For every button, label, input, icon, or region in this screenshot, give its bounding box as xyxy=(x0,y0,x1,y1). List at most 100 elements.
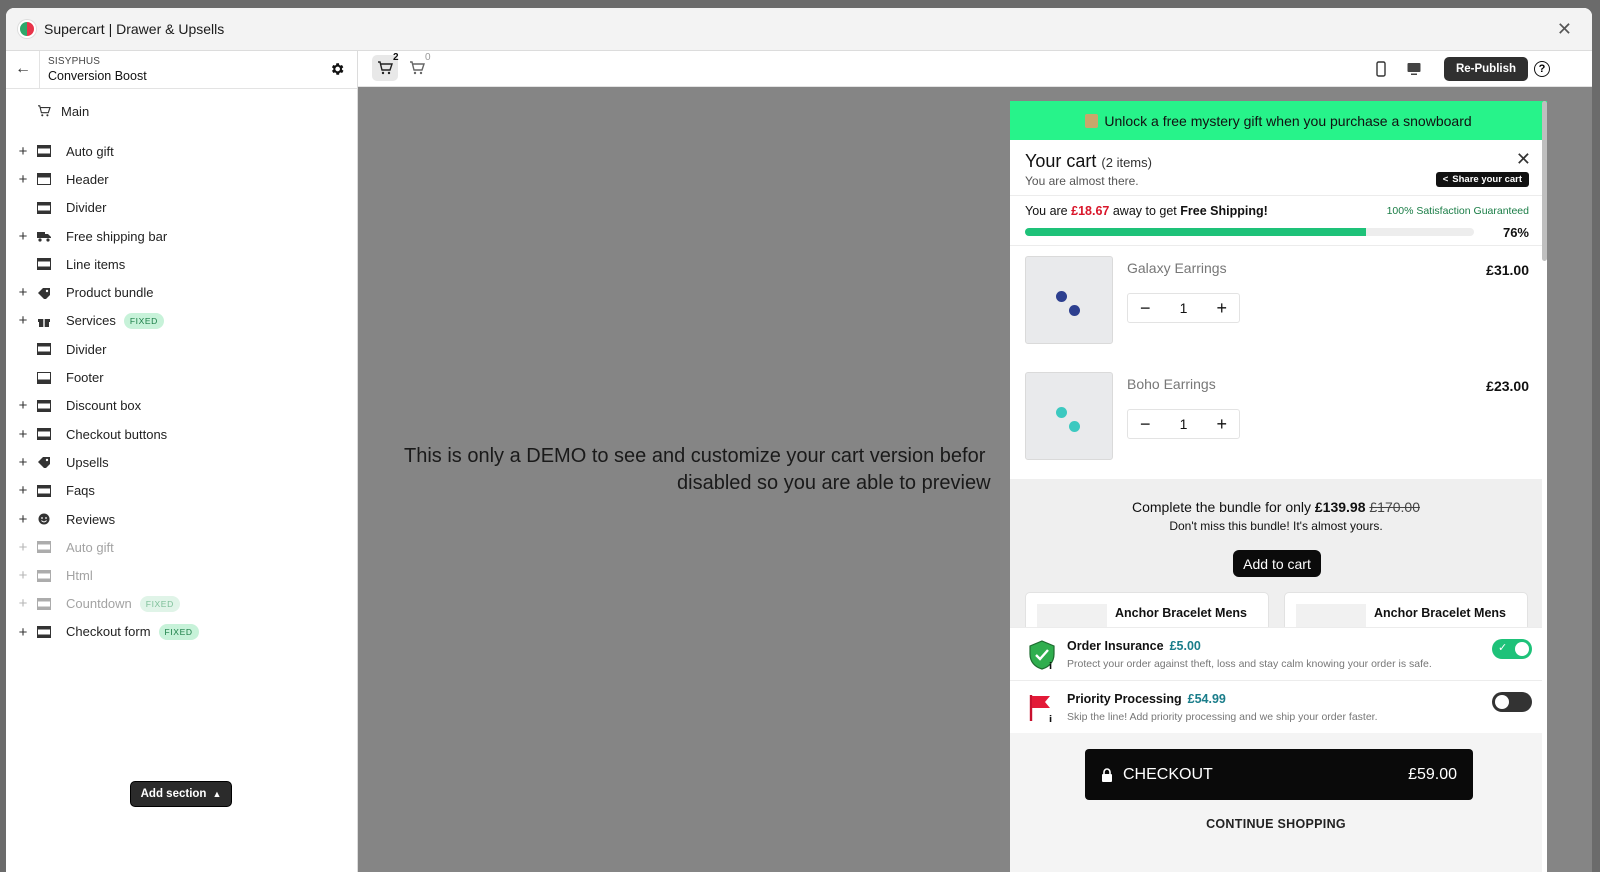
mobile-view-icon[interactable] xyxy=(1373,61,1389,77)
minus-icon[interactable]: − xyxy=(1140,414,1151,435)
expand-plus-icon[interactable]: + xyxy=(18,454,28,471)
back-arrow-icon[interactable]: ← xyxy=(15,60,31,78)
checkout-button[interactable]: CHECKOUT £59.00 xyxy=(1085,749,1473,800)
help-icon[interactable]: ? xyxy=(1534,61,1550,77)
sidebar-item-checkout-buttons[interactable]: + Checkout buttons xyxy=(6,420,357,448)
expand-plus-icon[interactable]: + xyxy=(18,539,28,556)
plus-icon[interactable]: + xyxy=(1216,298,1227,319)
sidebar-item-divider[interactable]: Divider xyxy=(6,335,357,363)
product-name[interactable]: Galaxy Earrings xyxy=(1127,260,1227,276)
sidebar-item-text: Upsells xyxy=(66,454,109,470)
bundle-product-card[interactable]: Anchor Bracelet Mens xyxy=(1284,592,1528,632)
sidebar-item-free-shipping-bar[interactable]: + Free shipping bar xyxy=(6,222,357,250)
earring-gem xyxy=(1056,291,1067,302)
cart-subtitle: You are almost there. xyxy=(1025,174,1139,188)
sidebar-item-label: Checkout form FIXED xyxy=(66,624,199,641)
priority-processing-toggle[interactable] xyxy=(1492,692,1532,712)
expand-plus-icon[interactable]: + xyxy=(18,595,28,612)
republish-button[interactable]: Re-Publish xyxy=(1443,57,1528,81)
close-drawer-icon[interactable]: ✕ xyxy=(1516,149,1531,170)
sidebar-item-footer[interactable]: Footer xyxy=(6,363,357,391)
sidebar-item-html[interactable]: + Html xyxy=(6,561,357,589)
app-title: Supercart | Drawer & Upsells xyxy=(44,21,225,37)
expand-plus-icon[interactable]: + xyxy=(18,228,28,245)
sidebar-item-product-bundle[interactable]: + Product bundle xyxy=(6,278,357,306)
bundle-old-price: £170.00 xyxy=(1369,499,1420,515)
sidebar-item-text: Countdown xyxy=(66,595,132,611)
expand-plus-icon[interactable]: + xyxy=(18,143,28,160)
earring-gem xyxy=(1056,407,1067,418)
sidebar-item-reviews[interactable]: + Reviews xyxy=(6,505,357,533)
cart-title: Your cart (2 items) xyxy=(1025,151,1152,172)
bundle-product-card[interactable]: Anchor Bracelet Mens xyxy=(1025,592,1269,632)
addon-title: Priority Processing £54.99 xyxy=(1067,692,1226,706)
addon-order-insurance: i Order Insurance £5.00 Protect your orde… xyxy=(1010,627,1542,681)
sidebar-item-divider[interactable]: Divider xyxy=(6,194,357,222)
desktop-view-icon[interactable] xyxy=(1406,61,1422,77)
share-cart-label: Share your cart xyxy=(1452,174,1522,185)
product-thumbnail[interactable] xyxy=(1025,372,1113,460)
sidebar-item-checkout-form[interactable]: + Checkout form FIXED xyxy=(6,618,357,646)
sidebar-item-upsells[interactable]: + Upsells xyxy=(6,448,357,476)
sidebar-item-label: Faqs xyxy=(66,483,95,498)
close-window-icon[interactable]: ✕ xyxy=(1557,19,1572,40)
bundle-add-to-cart-button[interactable]: Add to cart xyxy=(1233,550,1321,577)
cart-footer: CHECKOUT £59.00 CONTINUE SHOPPING xyxy=(1010,733,1542,872)
sidebar-item-label: Checkout buttons xyxy=(66,427,167,442)
expand-plus-icon[interactable]: + xyxy=(18,284,28,301)
addon-priority-processing: i Priority Processing £54.99 Skip the lin… xyxy=(1010,681,1542,735)
expand-plus-icon[interactable]: + xyxy=(18,567,28,584)
shipping-message: You are £18.67 away to get Free Shipping… xyxy=(1025,204,1268,218)
cart-line-item: Galaxy Earrings £31.00 − 1 + xyxy=(1010,246,1547,362)
checkout-label: CHECKOUT xyxy=(1123,765,1213,783)
expand-plus-icon[interactable]: + xyxy=(18,482,28,499)
sidebar-item-services[interactable]: + Services FIXED xyxy=(6,307,357,335)
expand-plus-icon[interactable]: + xyxy=(18,397,28,414)
layout-block-icon xyxy=(37,484,51,497)
layout-block-icon xyxy=(37,258,51,271)
sidebar-item-countdown[interactable]: + Countdown FIXED xyxy=(6,590,357,618)
product-thumbnail[interactable] xyxy=(1025,256,1113,344)
fixed-badge: FIXED xyxy=(139,596,180,613)
quantity-value[interactable]: 1 xyxy=(1180,300,1188,316)
chevron-up-icon: ▲ xyxy=(212,789,222,799)
progress-fill xyxy=(1025,228,1367,236)
shipping-amount: £18.67 xyxy=(1071,204,1110,218)
sidebar-item-line-items[interactable]: Line items xyxy=(6,250,357,278)
quantity-value[interactable]: 1 xyxy=(1180,416,1188,432)
share-cart-button[interactable]: < Share your cart xyxy=(1435,172,1529,187)
product-name[interactable]: Boho Earrings xyxy=(1127,376,1216,392)
minus-icon[interactable]: − xyxy=(1140,298,1151,319)
order-insurance-toggle[interactable]: ✓ xyxy=(1492,639,1532,659)
bundle-subtext: Don't miss this bundle! It's almost your… xyxy=(1169,519,1383,533)
product-bundle: Complete the bundle for only £139.98 £17… xyxy=(1010,479,1542,632)
layout-block-icon xyxy=(37,399,51,412)
cart-icon xyxy=(37,105,51,117)
expand-plus-icon[interactable]: + xyxy=(18,511,28,528)
plus-icon[interactable]: + xyxy=(1216,414,1227,435)
cart-empty-icon xyxy=(410,61,425,75)
sidebar-item-auto-gift[interactable]: + Auto gift xyxy=(6,533,357,561)
cart-header: Your cart (2 items) You are almost there… xyxy=(1010,140,1547,196)
satisfaction-guarantee: 100% Satisfaction Guaranteed xyxy=(1386,205,1529,217)
continue-shopping-link[interactable]: CONTINUE SHOPPING xyxy=(1010,817,1542,831)
sidebar-item-text: Auto gift xyxy=(66,143,114,159)
drawer-scrollbar[interactable] xyxy=(1542,101,1547,261)
sidebar-item-text: Divider xyxy=(66,200,107,216)
expand-plus-icon[interactable]: + xyxy=(18,312,28,329)
toggle-knob xyxy=(1515,642,1529,656)
gear-icon[interactable] xyxy=(329,61,345,77)
add-section-button[interactable]: Add section ▲ xyxy=(130,781,232,807)
expand-plus-icon[interactable]: + xyxy=(18,624,28,641)
sidebar-item-text: Divider xyxy=(66,341,107,357)
sidebar-item-header[interactable]: + Header xyxy=(6,165,357,193)
truck-icon xyxy=(37,232,51,242)
sidebar-item-discount-box[interactable]: + Discount box xyxy=(6,392,357,420)
sidebar-item-faqs[interactable]: + Faqs xyxy=(6,477,357,505)
expand-plus-icon[interactable]: + xyxy=(18,171,28,188)
sidebar-item-label: Auto gift xyxy=(66,144,114,159)
expand-plus-icon[interactable]: + xyxy=(18,426,28,443)
sidebar-item-main[interactable]: Main xyxy=(6,97,357,125)
layout-block-icon xyxy=(37,597,51,610)
sidebar-item-auto-gift[interactable]: + Auto gift xyxy=(6,137,357,165)
